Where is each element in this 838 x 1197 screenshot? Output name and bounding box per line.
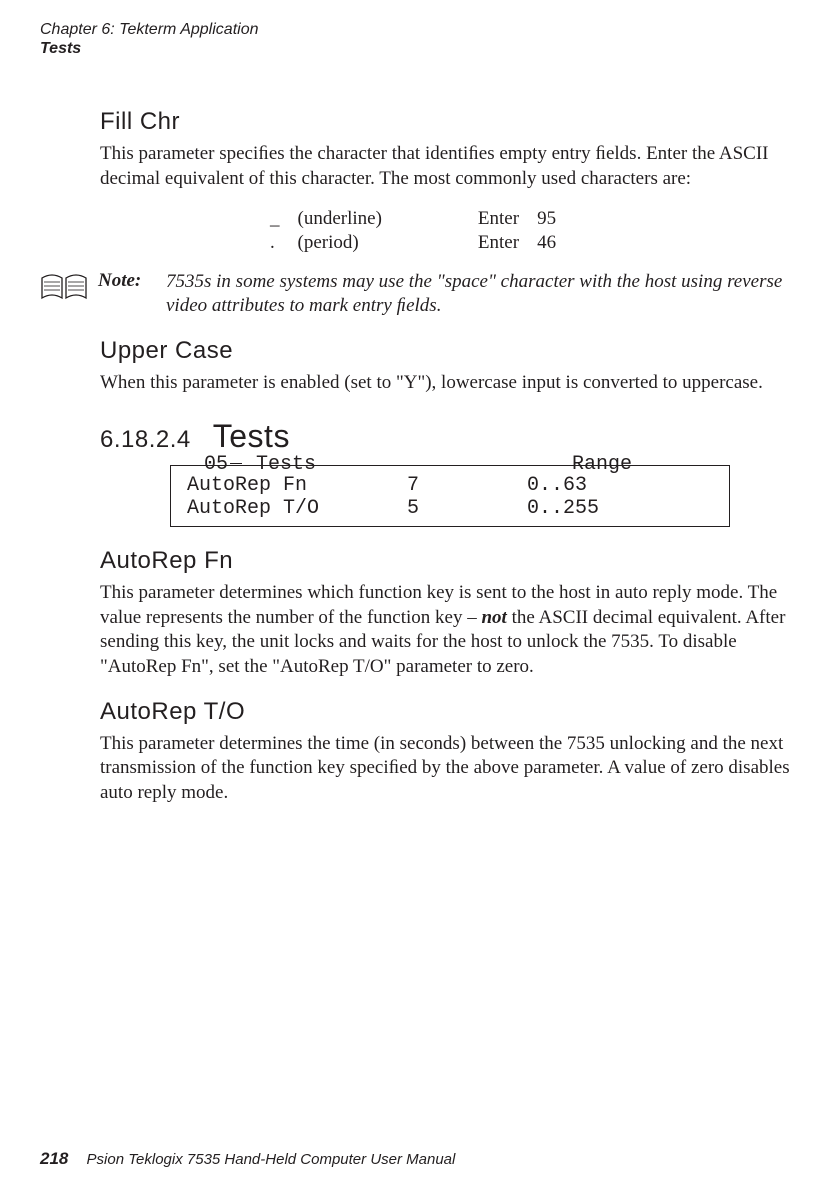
section-number: 6.18.2.4 xyxy=(100,426,191,454)
char-name: (period) xyxy=(290,232,390,254)
text-autorep-fn: This parameter determines which function… xyxy=(100,581,793,680)
table-row: _ (underline) Enter 95 xyxy=(262,208,564,230)
param-value: 5 xyxy=(407,497,527,520)
char-code: 46 xyxy=(529,232,564,254)
char-action: Enter xyxy=(470,208,527,230)
char-action: Enter xyxy=(470,232,527,254)
text-fill-chr: This parameter speciﬁes the character th… xyxy=(100,142,793,191)
heading-fill-chr: Fill Chr xyxy=(100,108,793,136)
section-title: Tests xyxy=(213,418,290,455)
param-name: AutoRep Fn xyxy=(187,474,407,497)
param-name: AutoRep T/O xyxy=(187,497,407,520)
table-row: AutoRep Fn 7 0..63 xyxy=(187,474,713,497)
text-emphasis: not xyxy=(481,607,506,628)
heading-autorep-fn: AutoRep Fn xyxy=(100,547,793,575)
text-upper-case: When this parameter is enabled (set to "… xyxy=(100,371,793,396)
page-footer: 218 Psion Teklogix 7535 Hand-Held Comput… xyxy=(40,1149,455,1169)
book-icon xyxy=(40,272,88,307)
table-row: AutoRep T/O 5 0..255 xyxy=(187,497,713,520)
param-range: 0..63 xyxy=(527,474,587,497)
heading-autorep-to: AutoRep T/O xyxy=(100,698,793,726)
param-value: 7 xyxy=(407,474,527,497)
param-range: 0..255 xyxy=(527,497,599,520)
char-symbol: _ xyxy=(262,208,288,230)
footer-title: Psion Teklogix 7535 Hand-Held Computer U… xyxy=(87,1151,456,1168)
page-number: 218 xyxy=(40,1149,68,1168)
text-autorep-to: This parameter determines the time (in s… xyxy=(100,732,793,806)
header-line-1: Chapter 6: Tekterm Application xyxy=(40,20,798,39)
char-symbol: . xyxy=(262,232,288,254)
header-line-2: Tests xyxy=(40,39,798,58)
fill-chr-table: _ (underline) Enter 95 . (period) Enter … xyxy=(260,206,566,256)
running-header: Chapter 6: Tekterm Application Tests xyxy=(40,20,798,58)
char-name: (underline) xyxy=(290,208,390,230)
note-text: 7535s in some systems may use the "space… xyxy=(166,270,793,319)
table-row: . (period) Enter 46 xyxy=(262,232,564,254)
note-block: Note: 7535s in some systems may use the … xyxy=(40,270,793,319)
heading-upper-case: Upper Case xyxy=(100,337,793,365)
tests-box: AutoRep Fn 7 0..63 AutoRep T/O 5 0..255 xyxy=(170,465,730,527)
char-code: 95 xyxy=(529,208,564,230)
note-label: Note: xyxy=(98,270,148,292)
